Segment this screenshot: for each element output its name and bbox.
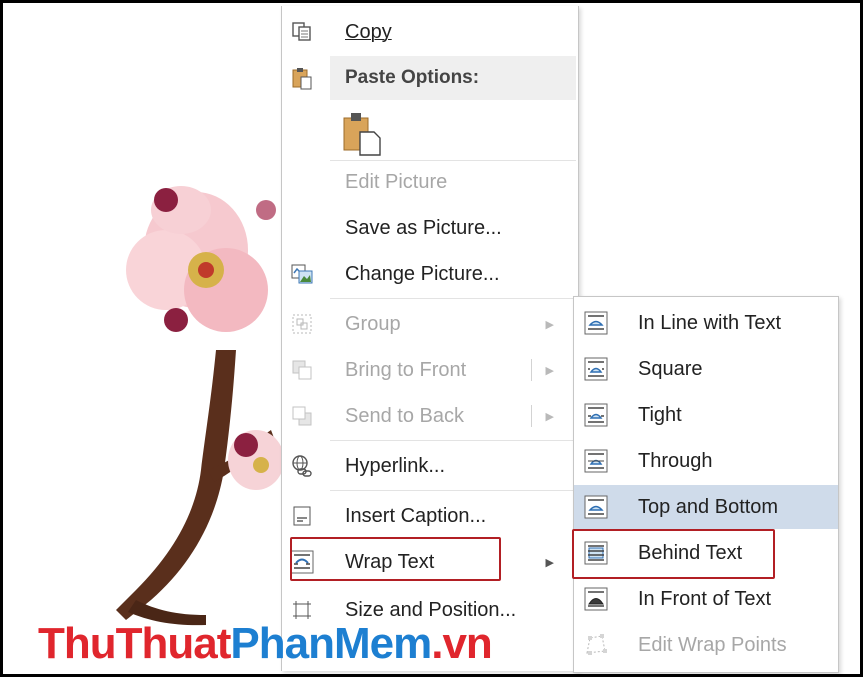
copy-icon bbox=[292, 22, 311, 41]
caption-icon bbox=[293, 506, 311, 526]
menu-item-label: Bring to Front bbox=[345, 358, 467, 381]
submenu-arrow-icon: ▶ bbox=[545, 556, 554, 569]
menu-item-label: Edit Picture bbox=[345, 170, 448, 193]
paste-keep-source-button[interactable] bbox=[282, 106, 578, 162]
separator bbox=[330, 490, 576, 491]
top-bottom-wrap-icon bbox=[584, 495, 608, 519]
clipboard-icon bbox=[292, 68, 312, 90]
menu-item-save-as-picture[interactable]: Save as Picture... bbox=[282, 206, 578, 250]
in-line-icon bbox=[584, 311, 608, 335]
menu-item-label: Change Picture... bbox=[345, 262, 500, 285]
menu-item-label: Hyperlink... bbox=[345, 454, 446, 477]
split-divider bbox=[531, 359, 532, 381]
watermark-part-2: PhanMem bbox=[230, 619, 432, 668]
wrap-option-label: Edit Wrap Points bbox=[638, 634, 787, 656]
tight-wrap-icon bbox=[584, 403, 608, 427]
watermark-part-3: .vn bbox=[431, 619, 493, 668]
menu-item-label: Save as Picture... bbox=[345, 216, 502, 239]
menu-item-send-to-back[interactable]: Send to Back ▶ bbox=[282, 394, 578, 438]
wrap-option-edit-wrap-points[interactable]: Edit Wrap Points bbox=[574, 623, 838, 667]
wrap-text-submenu: In Line with Text Square Tight Through T… bbox=[573, 296, 839, 673]
group-icon bbox=[292, 314, 312, 334]
wrap-option-label: In Front of Text bbox=[638, 588, 772, 610]
submenu-arrow-icon: ▶ bbox=[545, 364, 554, 377]
split-divider bbox=[531, 405, 532, 427]
menu-item-label: Copy bbox=[345, 20, 392, 43]
wrap-option-label: Square bbox=[638, 358, 703, 380]
separator bbox=[330, 440, 576, 441]
hyperlink-icon bbox=[292, 455, 312, 477]
blossom-picture[interactable] bbox=[96, 170, 296, 650]
bring-to-front-icon bbox=[292, 360, 312, 380]
submenu-arrow-icon: ▶ bbox=[545, 318, 554, 331]
menu-item-copy[interactable]: Copy bbox=[282, 10, 578, 54]
menu-item-bring-to-front[interactable]: Bring to Front ▶ bbox=[282, 348, 578, 392]
separator bbox=[330, 298, 576, 299]
menu-item-change-picture[interactable]: Change Picture... bbox=[282, 252, 578, 296]
wrap-option-in-front-of-text[interactable]: In Front of Text bbox=[574, 577, 838, 621]
in-front-of-text-icon bbox=[584, 587, 608, 611]
submenu-arrow-icon: ▶ bbox=[545, 410, 554, 423]
wrap-option-label: In Line with Text bbox=[638, 312, 782, 334]
annotation-box-behind-text bbox=[572, 529, 775, 579]
menu-item-group[interactable]: Group ▶ bbox=[282, 302, 578, 346]
menu-item-edit-picture[interactable]: Edit Picture bbox=[282, 160, 578, 204]
wrap-option-square[interactable]: Square bbox=[574, 347, 838, 391]
menu-item-hyperlink[interactable]: Hyperlink... bbox=[282, 444, 578, 488]
paste-keep-icon bbox=[343, 113, 381, 156]
square-wrap-icon bbox=[584, 357, 608, 381]
annotation-box-wrap-text bbox=[290, 537, 501, 581]
wrap-option-label: Tight bbox=[638, 404, 682, 426]
edit-wrap-points-icon bbox=[586, 634, 607, 655]
change-picture-icon bbox=[291, 264, 313, 284]
wrap-option-in-line[interactable]: In Line with Text bbox=[574, 301, 838, 345]
wrap-option-through[interactable]: Through bbox=[574, 439, 838, 483]
menu-item-label: Paste Options: bbox=[345, 67, 480, 88]
wrap-option-tight[interactable]: Tight bbox=[574, 393, 838, 437]
menu-item-insert-caption[interactable]: Insert Caption... bbox=[282, 494, 578, 538]
wrap-option-top-and-bottom[interactable]: Top and Bottom bbox=[574, 485, 838, 529]
wrap-option-label: Through bbox=[638, 450, 713, 472]
send-to-back-icon bbox=[292, 406, 312, 426]
through-wrap-icon bbox=[584, 449, 608, 473]
watermark-part-1: ThuThuat bbox=[38, 619, 231, 668]
menu-item-label: Group bbox=[345, 312, 401, 335]
watermark-logo: ThuThuatPhanMem.vn bbox=[38, 619, 493, 668]
paste-options-header: Paste Options: bbox=[282, 56, 578, 100]
menu-item-label: Insert Caption... bbox=[345, 504, 487, 527]
wrap-option-label: Top and Bottom bbox=[638, 496, 779, 518]
menu-item-label: Send to Back bbox=[345, 404, 464, 427]
